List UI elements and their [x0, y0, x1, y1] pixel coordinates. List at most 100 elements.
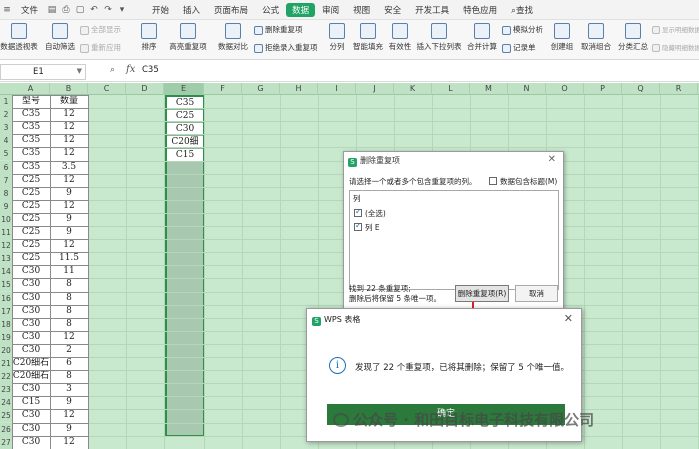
- cell-b[interactable]: 12: [50, 174, 88, 187]
- close-icon[interactable]: ✕: [548, 154, 556, 165]
- cell-b[interactable]: 8: [50, 318, 88, 331]
- columns-listbox[interactable]: 列 (全选) 列 E: [349, 190, 559, 290]
- column-header-l[interactable]: L: [432, 83, 470, 95]
- row-header[interactable]: 15: [0, 278, 12, 292]
- cell-b[interactable]: 9: [50, 213, 88, 226]
- column-header-d[interactable]: D: [126, 83, 164, 95]
- cell-b[interactable]: 6: [50, 357, 88, 370]
- cell-a[interactable]: 型号: [12, 95, 50, 108]
- cell-a[interactable]: C35: [12, 161, 50, 174]
- row-header[interactable]: 7: [0, 173, 12, 187]
- menu-file[interactable]: 文件: [14, 4, 45, 16]
- redo-icon[interactable]: ↷: [101, 5, 115, 15]
- cell-b[interactable]: 12: [50, 134, 88, 147]
- column-header-n[interactable]: N: [508, 83, 546, 95]
- tab-data[interactable]: 数据: [286, 2, 316, 17]
- simulate-analysis-button[interactable]: 模拟分析: [502, 24, 543, 35]
- tab-view[interactable]: 视图: [346, 4, 377, 16]
- row-header[interactable]: 19: [0, 330, 12, 344]
- cancel-button[interactable]: 取消: [515, 285, 558, 302]
- record-form-button[interactable]: 记录单: [502, 42, 536, 53]
- cell-b[interactable]: 11.5: [50, 252, 88, 265]
- formula-input[interactable]: C35: [142, 65, 159, 75]
- cell-a[interactable]: C25: [12, 174, 50, 187]
- row-header[interactable]: 18: [0, 317, 12, 331]
- column-header-j[interactable]: J: [356, 83, 394, 95]
- reject-duplicates-button[interactable]: 拒绝录入重复项: [254, 42, 318, 53]
- row-header[interactable]: 11: [0, 226, 12, 240]
- row-header[interactable]: 12: [0, 239, 12, 253]
- function-icon[interactable]: fx: [126, 64, 135, 75]
- column-header-f[interactable]: F: [204, 83, 242, 95]
- reapply-button[interactable]: 重新应用: [80, 42, 121, 53]
- save-icon[interactable]: ▤: [45, 5, 59, 15]
- print-icon[interactable]: ⎙: [59, 5, 73, 15]
- cell-a[interactable]: C30: [12, 409, 50, 422]
- cell-a[interactable]: C30: [12, 305, 50, 318]
- zoom-icon[interactable]: ⌕: [110, 65, 115, 75]
- cell-a[interactable]: C30: [12, 423, 50, 436]
- tab-developer[interactable]: 开发工具: [408, 4, 456, 16]
- insert-dropdown-button[interactable]: 插入下拉列表: [416, 23, 462, 52]
- close-icon[interactable]: ✕: [564, 312, 573, 325]
- column-header-o[interactable]: O: [546, 83, 584, 95]
- column-header-e[interactable]: E: [164, 83, 204, 95]
- chevron-down-icon[interactable]: ▼: [77, 67, 82, 75]
- column-header-h[interactable]: H: [280, 83, 318, 95]
- row-header[interactable]: 25: [0, 409, 12, 423]
- menu-icon[interactable]: ≡: [0, 5, 14, 15]
- list-item-column-e[interactable]: 列 E: [354, 221, 380, 233]
- row-header[interactable]: 22: [0, 370, 12, 384]
- row-header[interactable]: 1: [0, 95, 12, 109]
- cell-a[interactable]: C25: [12, 226, 50, 239]
- cell-b[interactable]: 12: [50, 409, 88, 422]
- smart-fill-button[interactable]: 智能填充: [350, 23, 386, 52]
- column-header-b[interactable]: B: [50, 83, 88, 95]
- cell-a[interactable]: C30: [12, 278, 50, 291]
- column-header-p[interactable]: P: [584, 83, 622, 95]
- validity-button[interactable]: 有效性: [386, 23, 414, 52]
- column-header-g[interactable]: G: [242, 83, 280, 95]
- consolidate-button[interactable]: 合并计算: [464, 23, 500, 52]
- remove-duplicates-button[interactable]: 删除重复项: [254, 24, 303, 35]
- show-all-button[interactable]: 全部显示: [80, 24, 121, 35]
- column-header-r[interactable]: R: [660, 83, 698, 95]
- cell-a[interactable]: C25: [12, 213, 50, 226]
- sort-button[interactable]: 排序: [138, 23, 160, 52]
- row-header[interactable]: 20: [0, 343, 12, 357]
- cell-a[interactable]: C35: [12, 147, 50, 160]
- autofilter-button[interactable]: 自动筛选: [42, 23, 78, 52]
- name-box[interactable]: E1 ▼: [0, 64, 86, 80]
- cell-a[interactable]: C25: [12, 239, 50, 252]
- data-compare-button[interactable]: 数据对比: [213, 23, 253, 52]
- tab-formulas[interactable]: 公式: [255, 4, 286, 16]
- tab-insert[interactable]: 插入: [176, 4, 207, 16]
- hide-detail-button[interactable]: 隐藏明细数据: [652, 42, 699, 52]
- row-header[interactable]: 6: [0, 160, 12, 174]
- cell-a[interactable]: C20细石: [12, 370, 50, 383]
- cell-b[interactable]: 12: [50, 200, 88, 213]
- cell-a[interactable]: C30: [12, 344, 50, 357]
- subtotal-button[interactable]: 分类汇总: [616, 23, 650, 52]
- ungroup-button[interactable]: 取消组合: [578, 23, 614, 52]
- row-header[interactable]: 23: [0, 383, 12, 397]
- tab-page-layout[interactable]: 页面布局: [207, 4, 255, 16]
- column-header-a[interactable]: A: [12, 83, 50, 95]
- list-item-select-all[interactable]: (全选): [354, 207, 386, 219]
- cell-b[interactable]: 8: [50, 370, 88, 383]
- cell-a[interactable]: C30: [12, 318, 50, 331]
- column-header-i[interactable]: I: [318, 83, 356, 95]
- row-header[interactable]: 14: [0, 265, 12, 279]
- header-checkbox[interactable]: 数据包含标题(M): [489, 176, 557, 187]
- cell-b[interactable]: 9: [50, 423, 88, 436]
- row-header[interactable]: 8: [0, 186, 12, 200]
- cell-a[interactable]: C35: [12, 121, 50, 134]
- show-detail-button[interactable]: 显示明细数据: [652, 24, 699, 34]
- cell-b[interactable]: 9: [50, 226, 88, 239]
- undo-icon[interactable]: ↶: [87, 5, 101, 15]
- cell-b[interactable]: 12: [50, 108, 88, 121]
- tab-review[interactable]: 审阅: [315, 4, 346, 16]
- cell-b[interactable]: 12: [50, 147, 88, 160]
- cell-b[interactable]: 9: [50, 396, 88, 409]
- cell-b[interactable]: 8: [50, 292, 88, 305]
